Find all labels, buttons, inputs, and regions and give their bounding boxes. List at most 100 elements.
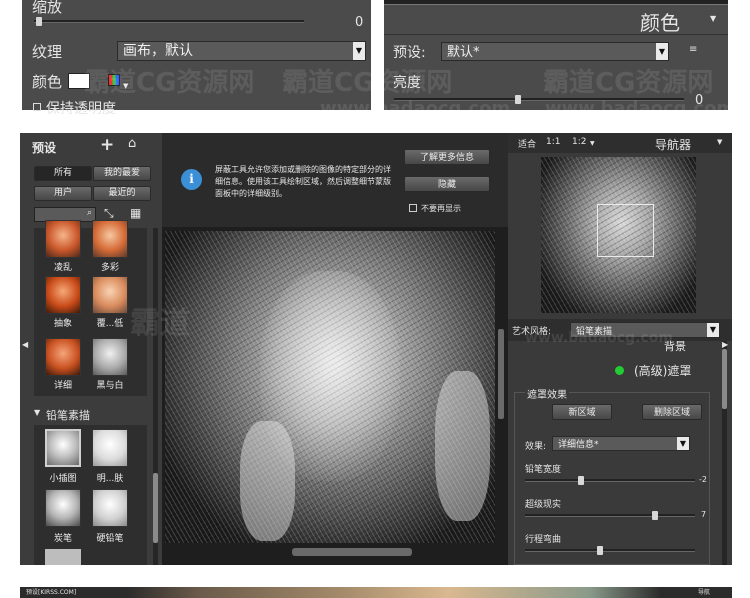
left-hand: [240, 421, 295, 541]
canvas-vscrollbar[interactable]: [498, 329, 504, 419]
thumb-label: 明...肤: [96, 474, 124, 484]
chevron-down-icon: ▼: [123, 82, 129, 90]
right-hand: [435, 371, 490, 521]
right-panel-scrollbar[interactable]: [722, 341, 727, 565]
brightness-value: 0: [695, 93, 704, 108]
pencil-width-knob[interactable]: [578, 476, 584, 485]
art-style-select[interactable]: 铅笔素描 ▼: [570, 322, 720, 338]
canvas-area: i 屏蔽工具允许您添加或删除的图像的特定部分的详细信息。使用该工具绘制区域，然后…: [162, 133, 508, 565]
learn-more-button[interactable]: 了解更多信息: [404, 149, 490, 165]
chevron-down-icon[interactable]: ▼: [34, 408, 40, 417]
color-swatch[interactable]: [68, 73, 90, 89]
preset-select-value: 默认*: [447, 45, 480, 60]
new-region-button[interactable]: 新区域: [552, 404, 612, 420]
thumb-label: 硬铅笔: [96, 534, 124, 544]
chevron-down-icon[interactable]: ▼: [590, 140, 595, 147]
zoom-1-1-button[interactable]: 1:1: [546, 137, 560, 147]
stroke-bend-knob[interactable]: [597, 546, 603, 555]
info-bar: i 屏蔽工具允许您添加或删除的图像的特定部分的详细信息。使用该工具绘制区域，然后…: [162, 133, 508, 227]
super-real-value: 7: [701, 510, 707, 519]
effect-label: 效果:: [525, 442, 547, 452]
preset-label: 预设:: [393, 45, 426, 61]
pencil-width-value: -2: [699, 475, 707, 484]
thumb-label: 抽象: [53, 319, 72, 329]
preset-select[interactable]: 默认* ▼: [441, 42, 669, 61]
navigator-viewport-rect[interactable]: [597, 204, 654, 257]
scale-slider[interactable]: [34, 20, 304, 23]
thumb-charcoal[interactable]: [45, 489, 81, 527]
super-real-knob[interactable]: [652, 511, 658, 520]
info-message: 屏蔽工具允许您添加或删除的图像的特定部分的详细信息。使用该工具绘制区域，然后调整…: [215, 165, 391, 198]
color-grid-icon[interactable]: [108, 74, 120, 86]
chevron-down-icon: ▼: [353, 42, 365, 60]
zoom-fit-button[interactable]: 适合: [518, 137, 536, 150]
texture-select-value: 画布，默认: [123, 43, 193, 59]
tab-all[interactable]: 所有: [34, 166, 92, 181]
top-right-settings-panel: 颜色 ▼ 预设: 默认* ▼ ≡ 亮度 0: [384, 0, 728, 110]
texture-select[interactable]: 画布，默认 ▼: [117, 41, 366, 61]
tab-favorites-label: 我的最爱: [103, 168, 140, 178]
home-icon[interactable]: ⌂: [128, 136, 136, 151]
presets-title: 预设: [32, 141, 57, 155]
tab-favorites[interactable]: 我的最爱: [93, 166, 151, 181]
thumbs-scroll-area: 凌乱 多彩 抽象 覆...低 详细 黑与白: [34, 220, 147, 396]
stroke-bend-label: 行程弯曲: [525, 535, 562, 545]
canvas-hscrollbar[interactable]: [292, 548, 412, 556]
chevron-down-icon[interactable]: ▼: [717, 138, 722, 146]
thumb-overlay-low[interactable]: [92, 276, 128, 314]
chevron-down-icon[interactable]: ▼: [710, 14, 716, 23]
navigator-preview[interactable]: [541, 157, 696, 313]
effect-select[interactable]: 详细信息* ▼: [552, 436, 690, 451]
thumb-hard-pencil[interactable]: [92, 489, 128, 527]
color-label: 颜色: [32, 73, 63, 91]
art-style-row: 艺术风格: 铅笔素描 ▼: [508, 319, 732, 341]
delete-region-button[interactable]: 删除区域: [642, 404, 702, 420]
keep-transparency-checkbox[interactable]: [33, 103, 41, 111]
dont-show-checkbox[interactable]: [409, 204, 417, 212]
right-collapse-arrow[interactable]: ▶: [722, 340, 728, 349]
thumb-colorful[interactable]: [92, 220, 128, 258]
texture-label: 纹理: [32, 43, 63, 61]
super-real-slider[interactable]: [525, 514, 695, 517]
bottom-strip: 预设[KIRSS.COM] 导航: [20, 587, 732, 598]
pencil-width-slider[interactable]: [525, 479, 695, 482]
hide-button[interactable]: 隐藏: [404, 176, 490, 192]
tab-user[interactable]: 用户: [34, 186, 92, 201]
right-panel-scrollbar-thumb[interactable]: [722, 349, 727, 409]
sidebar-scrollbar[interactable]: [153, 228, 158, 565]
thumb-partial: [45, 549, 81, 565]
thumb-label: 小插图: [49, 474, 77, 484]
grid-view-icon[interactable]: ▦: [130, 206, 141, 220]
stroke-bend-slider[interactable]: [525, 549, 695, 552]
sidebar-scrollbar-thumb[interactable]: [153, 473, 158, 543]
thumb-detailed[interactable]: [45, 338, 81, 376]
chevron-down-icon: ▼: [707, 323, 719, 337]
chevron-down-icon: ▼: [677, 437, 689, 450]
left-collapse-arrow[interactable]: ◀: [22, 340, 28, 349]
sketch-portrait-image[interactable]: [165, 231, 495, 543]
add-preset-icon[interactable]: +: [100, 135, 114, 155]
effect-select-value: 详细信息*: [558, 440, 599, 450]
advanced-mask-label: (高级)遮罩: [634, 364, 692, 378]
presets-sidebar: 预设 + ⌂ 所有 我的最爱 用户 最近的 ⌕ ⤡ ▦ 凌乱 多彩 抽象 覆..…: [20, 133, 162, 565]
thumb-abstract[interactable]: [45, 276, 81, 314]
thumb-black-white[interactable]: [92, 338, 128, 376]
thumb-chaotic[interactable]: [45, 220, 81, 258]
scale-label: 缩放: [32, 0, 63, 16]
collapse-icon[interactable]: ⤡: [104, 206, 114, 221]
scale-slider-knob[interactable]: [36, 17, 42, 26]
art-style-label: 艺术风格:: [512, 327, 552, 337]
tab-recent[interactable]: 最近的: [93, 186, 151, 201]
thumb-bright-skin[interactable]: [92, 429, 128, 467]
preset-menu-icon[interactable]: ≡: [689, 44, 697, 55]
scale-value: 0: [355, 15, 364, 30]
brightness-slider[interactable]: [394, 98, 684, 101]
search-icon: ⌕: [86, 208, 92, 218]
app-window: 预设 + ⌂ 所有 我的最爱 用户 最近的 ⌕ ⤡ ▦ 凌乱 多彩 抽象 覆..…: [20, 133, 732, 565]
navigator-header: 适合 1:1 1:2 ▼ 导航器 ▼: [508, 133, 732, 153]
right-panel: 适合 1:1 1:2 ▼ 导航器 ▼ 艺术风格: 铅笔素描 ▼ 背景 (高级)遮…: [508, 133, 732, 565]
brightness-slider-knob[interactable]: [515, 95, 521, 104]
thumb-vignette[interactable]: [45, 429, 81, 467]
zoom-1-2-button[interactable]: 1:2: [572, 137, 586, 147]
pencil-thumbs-area: 小插图 明...肤 炭笔 硬铅笔: [34, 425, 147, 565]
